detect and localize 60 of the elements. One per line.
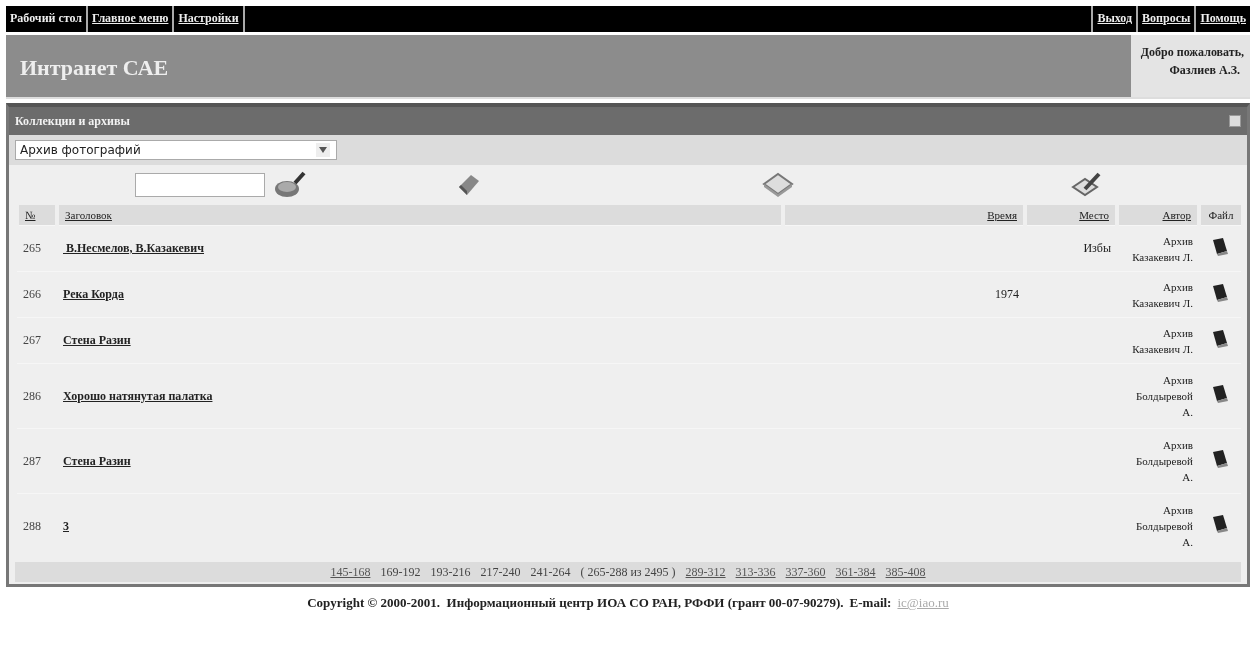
menu-link[interactable]: Вопросы (1136, 6, 1195, 32)
title-link[interactable]: 3 (63, 518, 69, 533)
page-range: 193-216 (430, 564, 471, 581)
column-header: Файл (1199, 205, 1241, 226)
column-header[interactable]: Заголовок (57, 205, 783, 226)
page-link[interactable]: 385-408 (885, 562, 926, 582)
file-icon[interactable] (1211, 384, 1229, 404)
pen-icon[interactable] (1070, 171, 1103, 199)
menu-link[interactable]: Настройки (174, 6, 245, 32)
table-cell: Избы (1025, 225, 1117, 272)
menu-link[interactable]: Главное меню (88, 6, 175, 32)
menu-link[interactable]: Помощь (1194, 6, 1250, 32)
menu-link[interactable]: Выход (1091, 6, 1137, 32)
page-range: 217-240 (480, 564, 521, 581)
title-link[interactable]: В.Несмелов, В.Казакевич (63, 241, 205, 255)
page-range: 241-264 (530, 564, 571, 581)
copyright-text: Copyright © 2000-2001. Информационный центр ИОА СО РАН, РФФИ (грант 00-07-90279). (307, 595, 844, 611)
column-header[interactable]: № (17, 205, 57, 226)
table-cell: 1974 (783, 271, 1025, 318)
column-header[interactable]: Время (783, 205, 1025, 226)
table-cell: 287 (17, 428, 57, 494)
file-icon[interactable] (1211, 282, 1229, 303)
file-icon[interactable] (1211, 236, 1229, 257)
file-icon[interactable] (1211, 449, 1229, 469)
column-header[interactable]: Автор (1117, 205, 1199, 226)
caret-icon (316, 143, 330, 157)
table-cell: 265 (17, 225, 57, 272)
site-title: Интранет САЕ (19, 54, 170, 82)
title-link[interactable]: Река Корда (63, 287, 124, 301)
page-range: 169-192 (380, 564, 421, 581)
title-link[interactable]: Хорошо натянутая палатка (63, 388, 213, 403)
page-range: ( 265-288 из 2495 ) (580, 564, 676, 581)
table-cell: Архив Казакевич Л. (1117, 271, 1199, 318)
user-name: Фазлиев А.З. (1168, 62, 1241, 79)
table-cell: 267 (17, 317, 57, 364)
panel-title: Коллекции и архивы (15, 113, 130, 129)
menu-link[interactable]: Рабочий стол (6, 6, 89, 32)
page-link[interactable]: 337-360 (785, 562, 826, 582)
page-link[interactable]: 361-384 (835, 562, 876, 582)
welcome-text: Добро пожаловать, (1140, 44, 1244, 61)
title-link[interactable]: Стена Разин (63, 333, 131, 347)
magnifier-icon[interactable] (273, 171, 307, 199)
table-cell: Архив Болдыревой А. (1117, 493, 1199, 558)
file-icon[interactable] (1211, 328, 1229, 349)
table-cell: Архив Болдыревой А. (1117, 363, 1199, 429)
page-link[interactable]: 289-312 (685, 562, 726, 582)
table-cell: Архив Казакевич Л. (1117, 225, 1199, 272)
page-link[interactable]: 145-168 (330, 562, 371, 582)
table-cell: 286 (17, 363, 57, 429)
table-cell: 266 (17, 271, 57, 318)
file-icon[interactable] (1211, 514, 1229, 534)
table-cell: Архив Казакевич Л. (1117, 317, 1199, 364)
title-link[interactable]: Стена Разин (63, 453, 131, 468)
email-label: E-mail: (849, 595, 892, 611)
table-cell: 288 (17, 493, 57, 558)
column-header[interactable]: Место (1025, 205, 1117, 226)
search-field[interactable] (135, 173, 265, 197)
page-link[interactable]: 313-336 (735, 562, 776, 582)
table-cell: Архив Болдыревой А. (1117, 428, 1199, 494)
collection-select[interactable]: Архив фотографий (15, 140, 337, 160)
